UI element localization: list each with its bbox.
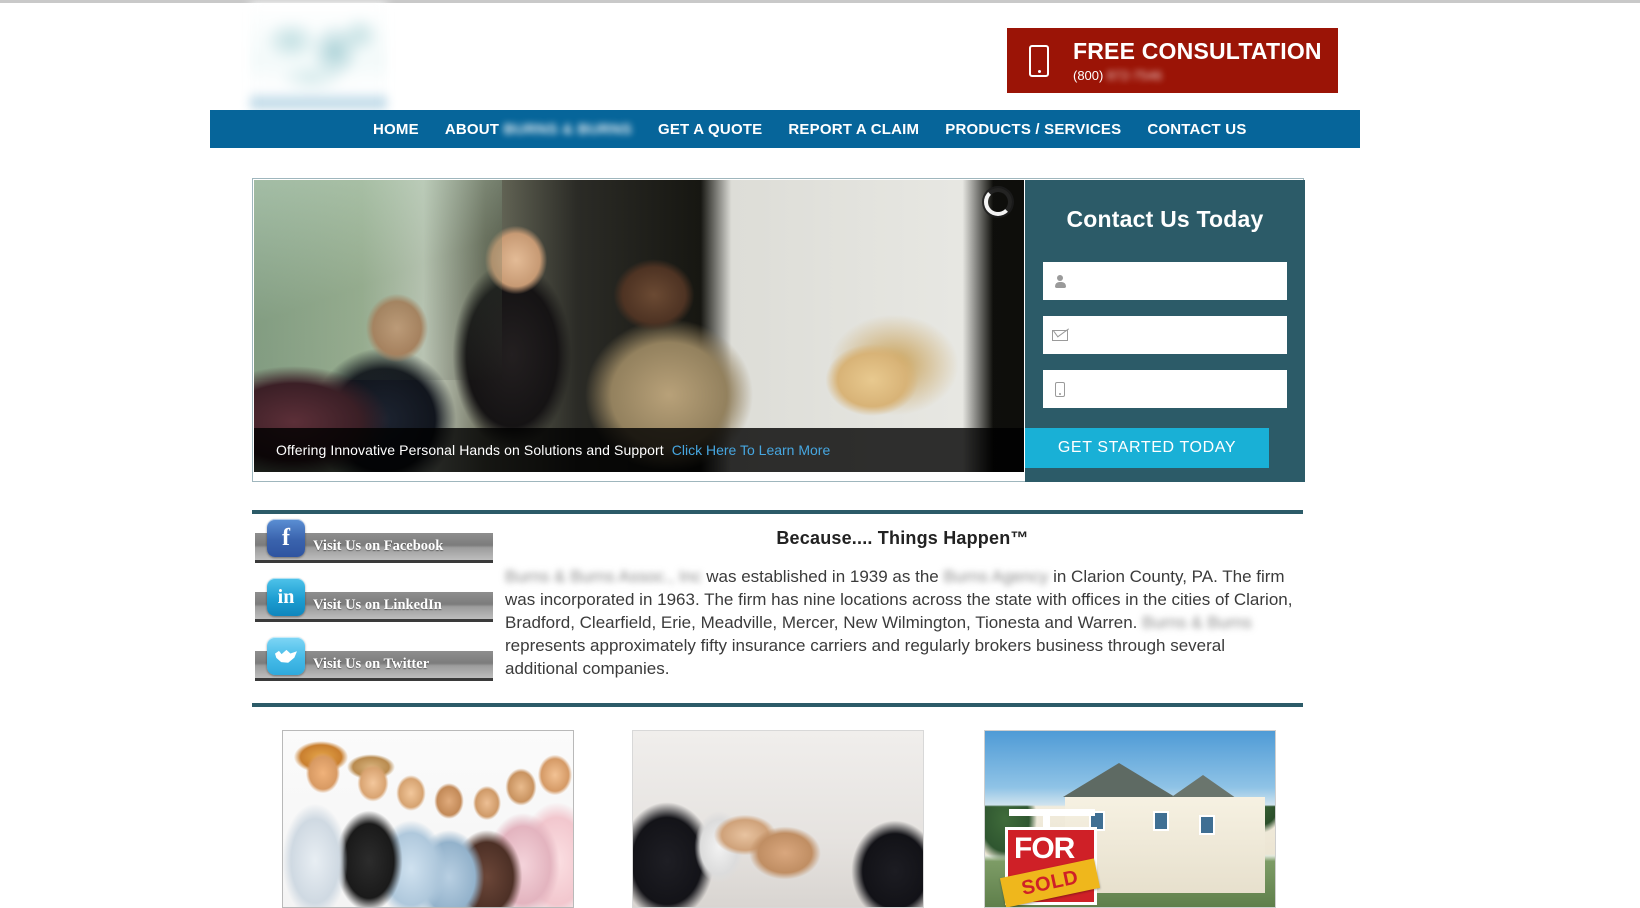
social-links: f Visit Us on Facebook in Visit Us on Li… <box>255 519 495 710</box>
social-link-facebook[interactable]: f Visit Us on Facebook <box>255 519 493 563</box>
social-label: Visit Us on Twitter <box>313 656 430 672</box>
hero-caption-link[interactable]: Click Here To Learn More <box>672 442 830 458</box>
about-paragraph: Burns & Burns Assoc., Inc was establishe… <box>505 565 1300 680</box>
loading-spinner-icon <box>984 188 1012 216</box>
paragraph-part-1: was established in 1939 as the <box>701 567 944 586</box>
page-root: FREE CONSULTATION (800) 872-7546 HOME AB… <box>0 0 1640 908</box>
person-icon <box>1043 274 1077 288</box>
page-tagline: Because.... Things Happen™ <box>776 528 1029 548</box>
nav-label: HOME <box>373 120 419 138</box>
hero-slider[interactable]: Offering Innovative Personal Hands on So… <box>254 180 1024 472</box>
nav-item-products-services[interactable]: PRODUCTS / SERVICES <box>932 121 1134 138</box>
nav-label: GET A QUOTE <box>657 120 763 138</box>
free-consultation-title: FREE CONSULTATION <box>1073 37 1322 64</box>
sold-text: SOLD <box>1019 865 1081 900</box>
card-team[interactable] <box>282 730 574 908</box>
free-consultation-banner[interactable]: FREE CONSULTATION (800) 872-7546 <box>1007 28 1338 93</box>
nav-brand-redacted: BURNS & BURNS <box>503 120 632 138</box>
phone-field[interactable] <box>1043 370 1287 408</box>
facebook-icon: f <box>267 519 305 557</box>
nav-item-contact-us[interactable]: CONTACT US <box>1134 121 1259 138</box>
nav-item-get-a-quote[interactable]: GET A QUOTE <box>645 121 775 138</box>
nav-label: PRODUCTS / SERVICES <box>945 120 1122 138</box>
sign-arm <box>1009 809 1095 816</box>
social-link-linkedin[interactable]: in Visit Us on LinkedIn <box>255 578 493 622</box>
brand-redacted-1: Burns & Burns Assoc., Inc <box>505 567 702 586</box>
house-window <box>1153 811 1169 831</box>
handshake-photo <box>633 731 923 907</box>
free-consultation-phone: (800) 872-7546 <box>1073 69 1322 82</box>
phone-prefix: (800) <box>1073 67 1104 83</box>
email-input[interactable] <box>1077 316 1287 354</box>
main-content: Because.... Things Happen™ Burns & Burns… <box>505 528 1300 680</box>
for-sale-text: FOR <box>1014 832 1075 865</box>
house-window <box>1199 815 1215 835</box>
social-link-twitter[interactable]: Visit Us on Twitter <box>255 637 493 681</box>
section-divider-top <box>252 510 1303 514</box>
mobile-phone-icon <box>1029 44 1049 77</box>
envelope-icon <box>1043 329 1077 341</box>
social-label: Visit Us on Facebook <box>313 538 444 554</box>
contact-form-title: Contact Us Today <box>1066 206 1264 232</box>
email-field[interactable] <box>1043 316 1287 354</box>
free-consultation-text: FREE CONSULTATION (800) 872-7546 <box>1073 37 1322 82</box>
nav-label: ABOUT <box>444 120 500 138</box>
hero-caption-text: Offering Innovative Personal Hands on So… <box>276 442 664 458</box>
sold-band: SOLD <box>999 858 1101 907</box>
nav-item-about[interactable]: ABOUT BURNS & BURNS <box>432 121 645 138</box>
brand-redacted-3: Burns & Burns <box>1142 613 1252 632</box>
name-field[interactable] <box>1043 262 1287 300</box>
nav-item-home[interactable]: HOME <box>360 121 432 138</box>
name-input[interactable] <box>1077 262 1287 300</box>
linkedin-icon: in <box>267 578 305 616</box>
paragraph-part-3: represents approximately fifty insurance… <box>505 636 1226 678</box>
nav-label: REPORT A CLAIM <box>788 120 920 138</box>
company-logo[interactable] <box>250 3 387 110</box>
phone-number-redacted: 872-7546 <box>1106 67 1162 83</box>
get-started-button[interactable]: GET STARTED TODAY <box>1025 428 1269 468</box>
house-roof <box>1063 763 1175 797</box>
mobile-phone-icon <box>1043 381 1077 397</box>
nav-label: CONTACT US <box>1147 120 1247 138</box>
site-header: FREE CONSULTATION (800) 872-7546 <box>0 3 1640 110</box>
house-sold-photo: FOR SOLD <box>985 731 1275 907</box>
team-photo <box>283 731 573 907</box>
hero-caption: Offering Innovative Personal Hands on So… <box>254 428 1024 472</box>
feature-cards: FOR SOLD <box>252 730 1304 908</box>
nav-item-report-a-claim[interactable]: REPORT A CLAIM <box>775 121 932 138</box>
for-sale-sign: FOR SOLD <box>999 827 1101 907</box>
phone-input[interactable] <box>1077 370 1287 408</box>
main-navigation: HOME ABOUT BURNS & BURNS GET A QUOTE REP… <box>210 110 1360 148</box>
brand-redacted-2: Burns Agency <box>943 567 1049 586</box>
contact-form-panel: Contact Us Today GET STARTED TODAY <box>1025 180 1305 482</box>
social-label: Visit Us on LinkedIn <box>313 597 442 613</box>
linkedin-glyph: in <box>277 585 295 608</box>
twitter-icon <box>267 637 305 675</box>
facebook-glyph: f <box>282 524 290 551</box>
card-handshake[interactable] <box>632 730 924 908</box>
card-house-sold[interactable]: FOR SOLD <box>984 730 1276 908</box>
hero-section: Offering Innovative Personal Hands on So… <box>252 178 1305 482</box>
